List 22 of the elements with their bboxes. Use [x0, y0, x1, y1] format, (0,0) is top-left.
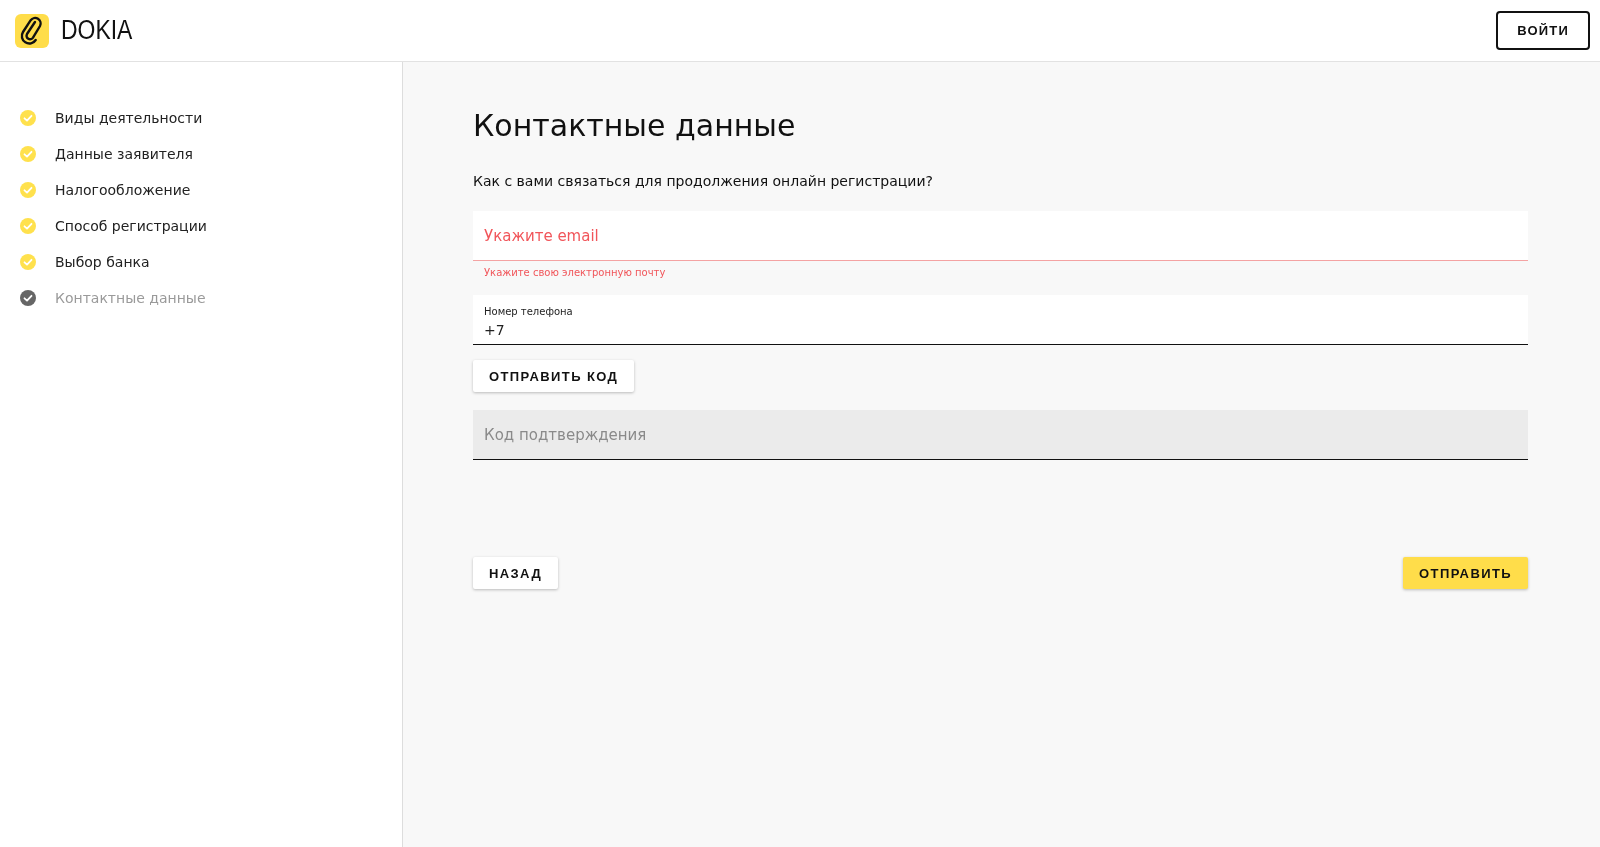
page-title: Контактные данные: [473, 108, 797, 143]
step-item[interactable]: Способ регистрации: [0, 208, 402, 244]
field-label: Номер телефона: [484, 306, 573, 317]
email-field[interactable]: Укажите email: [473, 211, 1528, 261]
step-item[interactable]: Виды деятельности: [0, 100, 402, 136]
question-text: Как с вами связаться для продолжения онлайн регистрации?: [473, 173, 934, 189]
check-circle-icon: [20, 182, 36, 198]
submit-button[interactable]: ОТПРАВИТЬ: [1403, 557, 1528, 589]
step-item[interactable]: Данные заявителя: [0, 136, 402, 172]
paperclip-logo-icon: [15, 13, 49, 48]
step-item[interactable]: Налогообложение: [0, 172, 402, 208]
check-circle-icon: [20, 110, 36, 126]
check-circle-icon: [20, 254, 36, 270]
error-message: Укажите свою электронную почту: [483, 266, 667, 280]
logo-text: DOKIA: [61, 15, 133, 46]
check-circle-icon: [20, 290, 36, 306]
login-button[interactable]: ВОЙТИ: [1496, 11, 1590, 50]
check-circle-icon: [20, 146, 36, 162]
check-circle-icon: [20, 218, 36, 234]
step-item[interactable]: Выбор банка: [0, 244, 402, 280]
back-button[interactable]: НАЗАД: [473, 557, 559, 589]
send-code-button[interactable]: ОТПРАВИТЬ КОД: [473, 360, 635, 392]
